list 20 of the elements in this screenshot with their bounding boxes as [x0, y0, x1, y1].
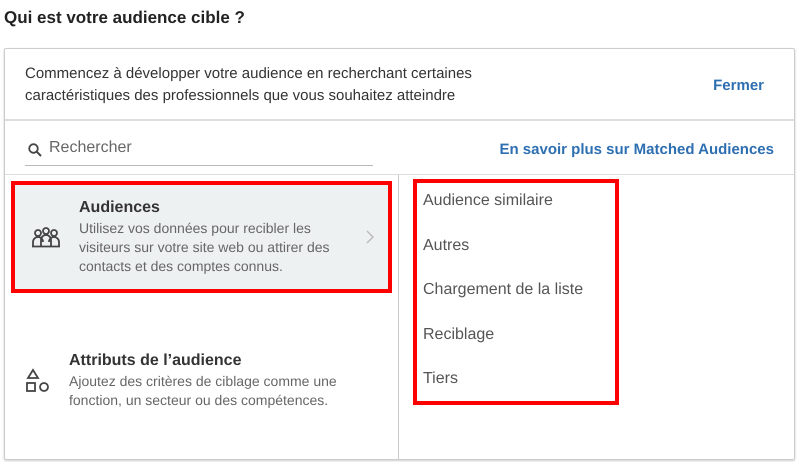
close-link[interactable]: Fermer — [713, 76, 764, 94]
page-title: Qui est votre audience cible ? — [4, 8, 246, 29]
search-icon — [28, 143, 42, 157]
search-field[interactable]: Rechercher — [25, 133, 373, 166]
intro-text: Commencez à développer votre audience en recherchant certaines caractéristiques des professionnels que vous souhaitez atteindre — [25, 64, 473, 106]
category-item[interactable]: Attributs de l’audience Ajoutez des critères de ciblage comme une fonction, un secteur ou des compétences. — [5, 299, 398, 459]
option-item[interactable]: Autres — [423, 232, 609, 276]
chevron-icon — [366, 230, 374, 244]
learn-more-link[interactable]: En savoir plus sur Matched Audiences — [499, 141, 774, 158]
option-item[interactable]: Audience similaire — [423, 187, 609, 232]
category-title: Audiences — [79, 198, 161, 216]
category-item[interactable]: Audiences Utilisez vos données pour recibler les visiteurs sur votre site web ou attirer des contacts et des comptes connus. — [11, 181, 392, 293]
option-item[interactable]: Tiers — [423, 365, 609, 397]
people-icon — [31, 226, 61, 248]
option-item[interactable]: Reciblage — [423, 320, 609, 365]
category-description: Ajoutez des critères de ciblage comme une fonction, un secteur ou des compétences. — [69, 372, 338, 410]
category-title: Attributs de l’audience — [69, 352, 242, 370]
category-description: Utilisez vos données pour recibler les visiteurs sur votre site web ou attirer des contacts et des comptes connus. — [79, 218, 331, 276]
shapes-icon — [25, 368, 51, 394]
option-item[interactable]: Chargement de la liste — [423, 276, 609, 320]
